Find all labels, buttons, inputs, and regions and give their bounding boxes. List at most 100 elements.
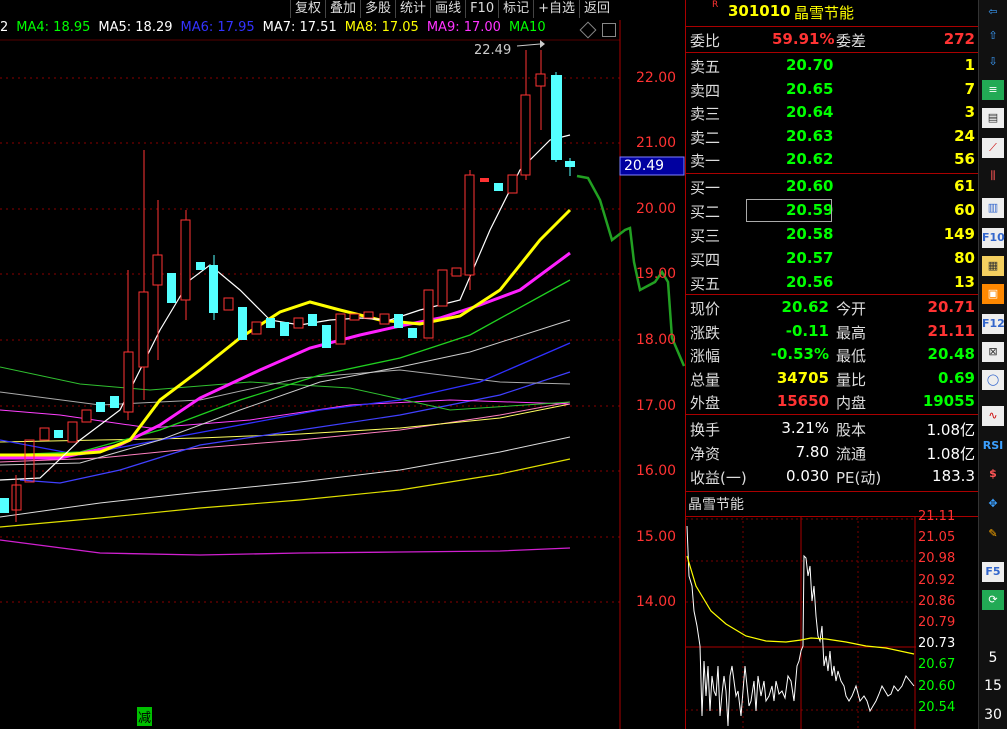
minichart-axis-tick: 20.73	[918, 636, 956, 652]
move-icon[interactable]: ✥	[982, 494, 1004, 514]
stat-row[interactable]: 涨幅 -0.53% 最低 20.48	[686, 343, 979, 366]
refresh-icon[interactable]: ⟳	[982, 590, 1004, 610]
fundamental-row[interactable]: 净资 7.80 流通 1.08亿	[686, 441, 979, 464]
stat-label: PE(动)	[836, 469, 882, 487]
ma-line-gray	[0, 369, 571, 406]
candle	[138, 291, 149, 368]
candle	[535, 73, 546, 87]
sell-order-row[interactable]: 卖二 20.63 24	[686, 125, 979, 148]
candle	[349, 313, 360, 321]
f5-icon[interactable]: F5	[982, 562, 1004, 582]
report-icon[interactable]: ▦	[982, 256, 1004, 276]
weicha-label: 委差	[836, 32, 867, 50]
zoom-icon[interactable]: ⊠	[982, 342, 1004, 362]
stat-label: 最低	[836, 347, 867, 365]
order-volume: 7	[964, 79, 975, 98]
stat-label: 量比	[836, 370, 867, 389]
trend-chart-icon[interactable]: ⟋	[982, 138, 1004, 158]
candle	[507, 174, 518, 194]
stat-value: -0.53%	[770, 345, 829, 363]
restore-rights-button[interactable]: 复权	[290, 0, 326, 18]
order-level-label: 卖二	[690, 128, 721, 147]
legend-toggle-icon[interactable]	[602, 23, 616, 37]
price-axis: 22.00 21.00 20.00 19.00 18.00 17.00 16.0…	[624, 0, 684, 729]
stat-row[interactable]: 外盘 15650 内盘 19055	[686, 390, 979, 413]
add-watchlist-button[interactable]: +自选	[533, 0, 580, 18]
period-15-button[interactable]: 15	[982, 676, 1004, 696]
table-icon[interactable]: ▤	[982, 108, 1004, 128]
ma-line-white-mid	[0, 319, 571, 466]
multi-stock-button[interactable]: 多股	[360, 0, 396, 18]
period-30-button[interactable]: 30	[982, 705, 1004, 725]
price-tick: 20.00	[636, 201, 677, 217]
list-icon[interactable]: ≡	[982, 80, 1004, 100]
f12-icon[interactable]: F12	[982, 314, 1005, 334]
mark-button[interactable]: 标记	[498, 0, 534, 18]
stat-row[interactable]: 现价 20.62 今开 20.71	[686, 296, 979, 319]
fundamental-row[interactable]: 收益(一) 0.030 PE(动) 183.3	[686, 465, 979, 488]
candle	[280, 322, 289, 336]
order-price: 20.56	[786, 273, 834, 291]
minichart-axis-tick: 21.11	[918, 509, 956, 524]
stat-label: 涨跌	[690, 323, 721, 342]
price-tick: 16.00	[636, 463, 677, 479]
period-5-button[interactable]: 5	[982, 648, 1004, 668]
arrow-up-icon[interactable]: ⇧	[982, 26, 1004, 46]
order-level-label: 买五	[690, 275, 721, 293]
candle	[96, 402, 105, 412]
overlay-button[interactable]: 叠加	[325, 0, 361, 18]
fundamental-row[interactable]: 换手 3.21% 股本 1.08亿	[686, 417, 979, 440]
buy-order-row[interactable]: 买一 20.60 61	[686, 175, 979, 198]
peak-arrow-head	[540, 40, 545, 48]
arrow-down-icon[interactable]: ⇩	[982, 52, 1004, 72]
candle	[209, 265, 218, 313]
minichart-title: 晶雪节能	[688, 497, 744, 513]
event-marker[interactable]: 减	[137, 707, 153, 726]
f10-button[interactable]: F10	[465, 0, 499, 18]
weicha-value: 272	[943, 30, 975, 48]
current-price-label: 20.49	[624, 158, 665, 174]
peak-price-label: 22.49	[474, 43, 512, 58]
stat-label: 流通	[836, 445, 867, 463]
buy-order-row[interactable]: 买四 20.57 80	[686, 247, 979, 270]
weibi-row: 委比 59.91% 委差 272	[686, 28, 979, 51]
document-icon[interactable]: ▥	[982, 198, 1004, 218]
price-tick: 15.00	[636, 529, 677, 545]
ma-legend-item: 2	[0, 20, 9, 35]
buy-order-row[interactable]: 买二 20.59 60	[686, 199, 979, 222]
order-level-label: 买四	[690, 251, 721, 269]
stat-label: 换手	[690, 421, 721, 439]
stat-row[interactable]: 涨跌 -0.11 最高 21.11	[686, 320, 979, 343]
order-price: 20.63	[786, 126, 834, 145]
minichart-axis-tick: 20.54	[918, 699, 956, 715]
candle	[551, 75, 562, 160]
f10-icon[interactable]: F10	[982, 228, 1005, 248]
statistics-button[interactable]: 统计	[395, 0, 431, 18]
circle-icon[interactable]: ◯	[982, 370, 1004, 390]
stat-row[interactable]: 总量 34705 量比 0.69	[686, 367, 979, 390]
order-price: 20.60	[786, 177, 834, 195]
sell-order-row[interactable]: 卖三 20.64 3	[686, 101, 979, 124]
divider	[686, 26, 979, 27]
order-volume: 60	[954, 201, 975, 219]
sell-order-row[interactable]: 卖一 20.62 56	[686, 148, 979, 171]
order-volume: 3	[964, 103, 975, 121]
wave-icon[interactable]: ∿	[982, 406, 1004, 426]
back-button[interactable]: 返回	[579, 0, 615, 18]
dollar-icon[interactable]: $	[982, 464, 1004, 484]
pencil-icon[interactable]: ✎	[982, 524, 1004, 544]
finance-icon[interactable]: ▣	[982, 284, 1004, 304]
sell-order-row[interactable]: 卖四 20.65 7	[686, 78, 979, 101]
rsi-icon[interactable]: RSI	[982, 436, 1004, 456]
kline-chart[interactable]	[0, 0, 685, 729]
intraday-minichart[interactable]	[686, 516, 916, 729]
divider	[686, 491, 979, 492]
sell-order-row[interactable]: 卖五 20.70 1	[686, 54, 979, 77]
buy-order-row[interactable]: 买五 20.56 13	[686, 271, 979, 294]
stat-value: 1.08亿	[926, 445, 975, 463]
arrow-left-icon[interactable]: ⇦	[982, 2, 1004, 22]
minichart-axis-tick: 20.79	[918, 615, 956, 630]
draw-line-button[interactable]: 画线	[430, 0, 466, 18]
buy-order-row[interactable]: 买三 20.58 149	[686, 223, 979, 246]
candle-chart-icon[interactable]: ⫼	[982, 166, 1004, 186]
